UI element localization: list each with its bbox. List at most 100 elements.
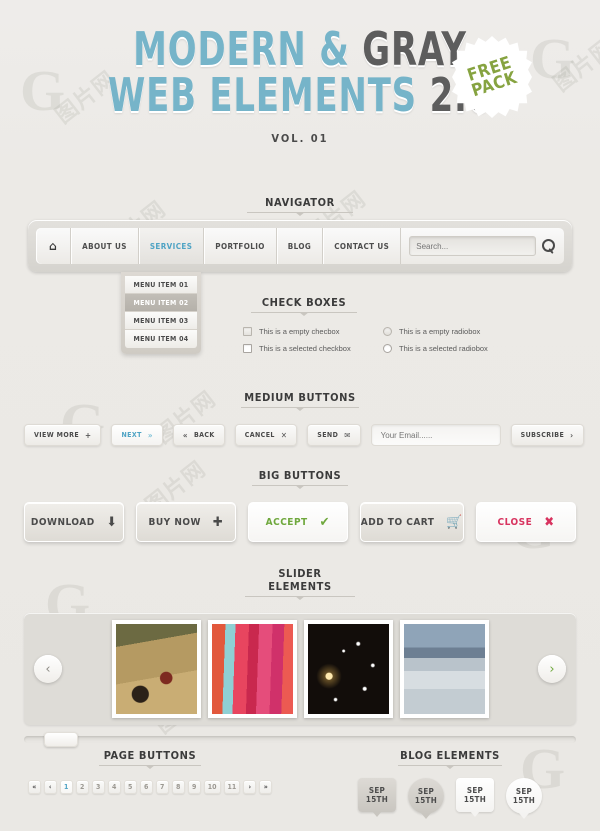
medium-buttons-row: VIEW MORE + NEXT » « BACK CANCEL ✕ SEND … [0, 424, 600, 446]
radio-empty[interactable] [383, 327, 392, 336]
date-badge-circle-gray[interactable]: SEP 15TH [408, 778, 444, 814]
accept-label: ACCEPT [265, 516, 308, 528]
section-label: BLOG ELEMENTS [400, 749, 500, 762]
title-rule [252, 485, 348, 486]
download-arrow-icon: ⬇ [106, 514, 117, 530]
title-blue-2: WEB ELEMENTS [107, 68, 417, 122]
big-buttons-row: DOWNLOAD ⬇ BUY NOW ✚ ACCEPT ✔ ADD TO CAR… [0, 502, 600, 542]
magnifier-icon[interactable] [542, 239, 556, 253]
badge-month: SEP [417, 787, 435, 796]
checkbox-empty[interactable] [243, 327, 252, 336]
close-button[interactable]: CLOSE ✖ [476, 502, 577, 542]
search-area[interactable] [401, 228, 564, 264]
pagination-page-9[interactable]: 9 [187, 780, 201, 794]
badge-day: 15TH [463, 795, 487, 804]
nav-item-about-us[interactable]: ABOUT US [71, 228, 139, 264]
back-button[interactable]: « BACK [172, 424, 225, 446]
nav-item-services[interactable]: SERVICES [138, 228, 205, 264]
back-label: BACK [193, 431, 215, 439]
section-title-page-buttons: PAGE BUTTONS [99, 746, 201, 766]
pagination-page-11[interactable]: 11 [223, 780, 241, 794]
colorful-fabric-photo [211, 624, 293, 714]
night-lights-bokeh-photo [307, 624, 389, 714]
menu-item-02[interactable]: MENU ITEM 02 [125, 294, 197, 312]
email-input[interactable] [370, 424, 501, 446]
accept-button[interactable]: ACCEPT ✔ [247, 502, 348, 542]
pagination-page-6[interactable]: 6 [139, 780, 153, 794]
pagination-page-7[interactable]: 7 [155, 780, 169, 794]
pagination-page-8[interactable]: 8 [171, 780, 185, 794]
badge-day: 15TH [365, 795, 389, 804]
menu-item-04[interactable]: MENU ITEM 04 [125, 330, 197, 348]
pagination-last[interactable]: » [259, 780, 273, 794]
date-badge-square-white[interactable]: SEP 15TH [456, 778, 494, 812]
pagination-page-2[interactable]: 2 [75, 780, 89, 794]
pagination-page-5[interactable]: 5 [123, 780, 137, 794]
nav-item-home[interactable]: ⌂ [36, 228, 72, 264]
slide-mountain-bike[interactable] [111, 620, 201, 718]
checkbox-selected[interactable] [243, 344, 252, 353]
checkbox-empty-label: This is a empty checbox [259, 327, 340, 336]
date-badge-circle-white[interactable]: SEP 15TH [506, 778, 542, 814]
big-buttons-section: BIG BUTTONS DOWNLOAD ⬇ BUY NOW ✚ ACCEPT … [0, 466, 600, 542]
slide-snowy-lake[interactable] [399, 620, 489, 718]
checkboxes-section: CHECK BOXES This is a empty checbox This… [243, 293, 553, 353]
send-button[interactable]: SEND ✉ [307, 424, 361, 446]
pagination-page-10[interactable]: 10 [203, 780, 221, 794]
slider-thumbnails [62, 620, 538, 718]
slide-colorful-fabric[interactable] [207, 620, 297, 718]
checkbox-empty-row[interactable]: This is a empty checbox [243, 327, 383, 336]
slider-next-button[interactable]: › [538, 655, 566, 683]
chevron-right-icon: › [570, 430, 574, 440]
slider-prev-button[interactable]: ‹ [34, 655, 62, 683]
date-badge-square-gray[interactable]: SEP 15TH [358, 778, 396, 812]
buy-now-button[interactable]: BUY NOW ✚ [135, 502, 236, 542]
title-rule [99, 765, 201, 766]
pagination-next[interactable]: › [243, 780, 257, 794]
title-rule [247, 212, 353, 213]
section-title-blog-elements: BLOG ELEMENTS [398, 746, 502, 766]
badge-day: 15TH [512, 796, 536, 805]
pagination-page-4[interactable]: 4 [107, 780, 121, 794]
slider-scrollbar-handle[interactable] [44, 732, 78, 747]
nav-item-contact-us[interactable]: CONTACT US [323, 228, 402, 264]
add-to-cart-button[interactable]: ADD TO CART 🛒 [359, 502, 465, 542]
title-rule [251, 312, 357, 313]
download-button[interactable]: DOWNLOAD ⬇ [24, 502, 124, 542]
section-title-slider-elements: SLIDER ELEMENTS [245, 567, 355, 597]
subscribe-label: SUBSCRIBE [520, 431, 565, 439]
subscribe-button[interactable]: SUBSCRIBE › [510, 424, 584, 446]
search-input[interactable] [409, 236, 536, 256]
home-icon: ⌂ [49, 239, 58, 253]
checkbox-selected-row[interactable]: This is a selected checkbox [243, 344, 383, 353]
checkbox-grid: This is a empty checbox This is a empty … [243, 327, 553, 353]
pagination-page-1[interactable]: 1 [59, 780, 73, 794]
section-label: SLIDER ELEMENTS [268, 567, 332, 593]
blog-elements-section: BLOG ELEMENTS SEP 15TH SEP 15TH SEP 15TH… [310, 746, 590, 814]
view-more-button[interactable]: VIEW MORE + [24, 424, 102, 446]
dropdown-menu[interactable]: MENU ITEM 01 MENU ITEM 02 MENU ITEM 03 M… [121, 272, 201, 354]
radio-selected-row[interactable]: This is a selected radiobox [383, 344, 553, 353]
nav-item-portfolio[interactable]: PORTFOLIO [204, 228, 277, 264]
pagination-page-3[interactable]: 3 [91, 780, 105, 794]
radio-selected[interactable] [383, 344, 392, 353]
menu-item-03[interactable]: MENU ITEM 03 [125, 312, 197, 330]
pagination-prev[interactable]: ‹ [43, 780, 57, 794]
radio-empty-label: This is a empty radiobox [399, 327, 481, 336]
nav-item-blog[interactable]: BLOG [276, 228, 324, 264]
menu-item-01[interactable]: MENU ITEM 01 [125, 276, 197, 294]
plus-icon: ✚ [212, 514, 224, 530]
navigation-bar[interactable]: ⌂ ABOUT US SERVICES PORTFOLIO BLOG CONTA… [28, 220, 572, 272]
radio-empty-row[interactable]: This is a empty radiobox [383, 327, 553, 336]
pagination-first[interactable]: « [27, 780, 41, 794]
cancel-button[interactable]: CANCEL ✕ [234, 424, 298, 446]
section-title-check-boxes: CHECK BOXES [251, 293, 357, 313]
badge-month: SEP [368, 786, 386, 795]
title-rule [245, 596, 355, 597]
checkmark-icon: ✔ [319, 514, 330, 530]
next-button[interactable]: NEXT » [111, 424, 163, 446]
nav-label: CONTACT US [334, 241, 390, 251]
free-pack-sticker: FREE PACK [452, 36, 532, 118]
slider-scrollbar-track[interactable] [24, 732, 576, 747]
slide-night-lights[interactable] [303, 620, 393, 718]
